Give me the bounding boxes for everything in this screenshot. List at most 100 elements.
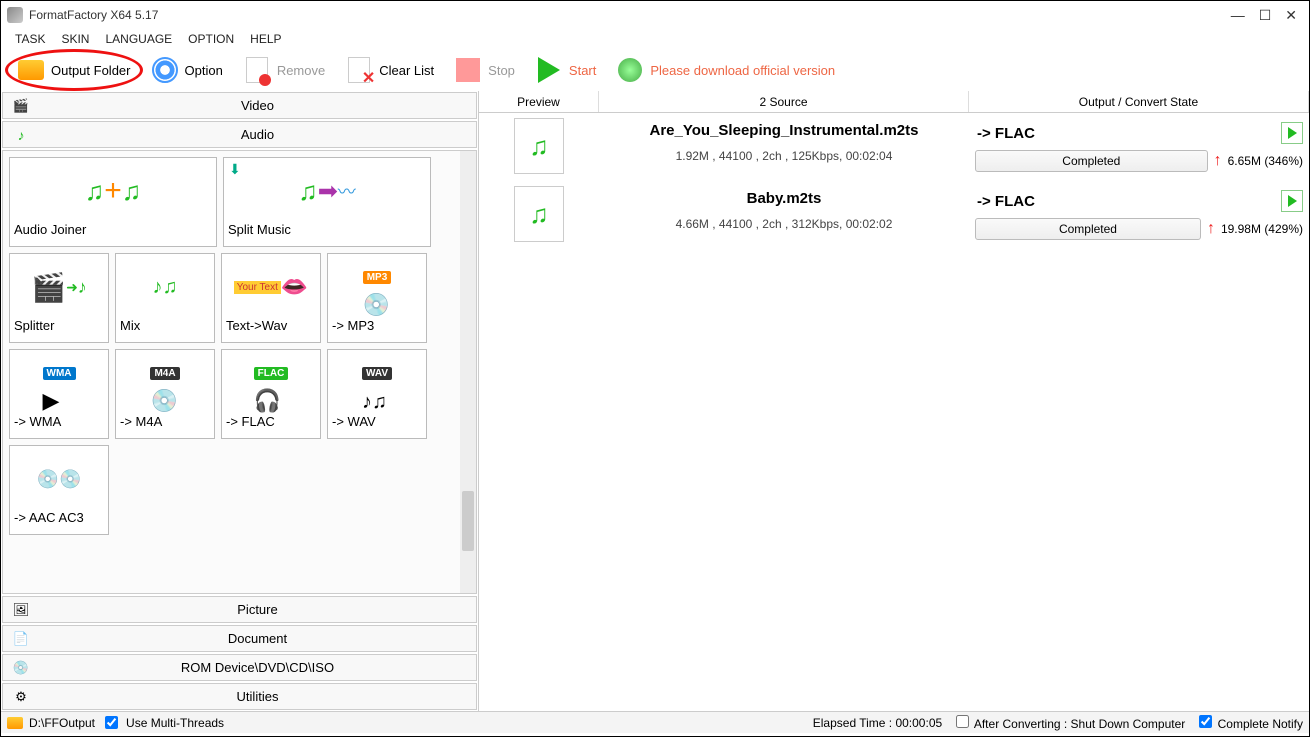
splitter-icon: 🎬➜♪ bbox=[12, 256, 106, 318]
size-info: 19.98M (429%) bbox=[1221, 222, 1303, 236]
mp3-icon: MP3💿 bbox=[330, 256, 424, 318]
tile-label: Splitter bbox=[12, 318, 106, 333]
menu-help[interactable]: HELP bbox=[250, 32, 281, 46]
picture-icon: 🖼 bbox=[7, 599, 35, 621]
audio-scrollbar[interactable] bbox=[460, 151, 476, 593]
tile-mp3[interactable]: MP3💿 -> MP3 bbox=[327, 253, 427, 343]
wma-icon: WMA▶ bbox=[12, 352, 106, 414]
tile-label: Audio Joiner bbox=[12, 222, 214, 237]
download-link[interactable]: Please download official version bbox=[608, 53, 843, 87]
output-folder-button[interactable]: Output Folder bbox=[9, 53, 139, 87]
menu-task[interactable]: TASK bbox=[15, 32, 45, 46]
col-preview[interactable]: Preview bbox=[479, 91, 599, 112]
multithreads-checkbox[interactable] bbox=[105, 716, 118, 729]
category-utilities[interactable]: ⚙ Utilities bbox=[2, 683, 477, 710]
remove-icon bbox=[246, 57, 268, 83]
complete-notify-label: Complete Notify bbox=[1218, 717, 1303, 731]
after-converting-checkbox[interactable] bbox=[956, 715, 969, 728]
tile-label: Split Music bbox=[226, 222, 428, 237]
status-button[interactable]: Completed bbox=[975, 150, 1208, 172]
textwav-icon: Your Text👄 bbox=[224, 256, 318, 318]
play-output-button[interactable] bbox=[1281, 122, 1303, 144]
m4a-icon: M4A💿 bbox=[118, 352, 212, 414]
remove-label: Remove bbox=[277, 63, 325, 78]
col-output[interactable]: Output / Convert State bbox=[969, 91, 1309, 112]
remove-button[interactable]: Remove bbox=[235, 53, 333, 87]
menu-language[interactable]: LANGUAGE bbox=[105, 32, 172, 46]
category-audio-label: Audio bbox=[39, 127, 476, 142]
tile-mix[interactable]: ♪♫ Mix bbox=[115, 253, 215, 343]
rom-icon: 💿 bbox=[7, 657, 35, 679]
toolbar: Output Folder Option Remove Clear List S… bbox=[1, 49, 1309, 91]
scrollbar-thumb[interactable] bbox=[462, 491, 474, 551]
category-rom[interactable]: 💿 ROM Device\DVD\CD\ISO bbox=[2, 654, 477, 681]
tile-label: -> AAC AC3 bbox=[12, 510, 106, 525]
col-source[interactable]: 2 Source bbox=[599, 91, 969, 112]
category-picture[interactable]: 🖼 Picture bbox=[2, 596, 477, 623]
tile-splitter[interactable]: 🎬➜♪ Splitter bbox=[9, 253, 109, 343]
app-icon bbox=[7, 7, 23, 23]
category-audio[interactable]: ♪ Audio bbox=[2, 121, 477, 148]
tile-text-wav[interactable]: Your Text👄 Text->Wav bbox=[221, 253, 321, 343]
tile-m4a[interactable]: M4A💿 -> M4A bbox=[115, 349, 215, 439]
video-icon: 🎬 bbox=[7, 95, 35, 117]
tile-label: -> M4A bbox=[118, 414, 212, 429]
statusbar: D:\FFOutput Use Multi-Threads Elapsed Ti… bbox=[1, 711, 1309, 733]
audio-panel: ♫+♫ Audio Joiner ⬇ ♫➡〰 Split Music 🎬➜♪ S… bbox=[2, 150, 477, 594]
source-cell: Baby.m2ts 4.66M , 44100 , 2ch , 312Kbps,… bbox=[599, 184, 969, 246]
file-row[interactable]: ♫ Are_You_Sleeping_Instrumental.m2ts 1.9… bbox=[479, 113, 1309, 181]
download-badge-icon: ⬇ bbox=[229, 161, 241, 178]
stop-button[interactable]: Stop bbox=[446, 53, 523, 87]
menu-skin[interactable]: SKIN bbox=[61, 32, 89, 46]
play-output-button[interactable] bbox=[1281, 190, 1303, 212]
stop-icon bbox=[456, 58, 480, 82]
category-document[interactable]: 📄 Document bbox=[2, 625, 477, 652]
category-rom-label: ROM Device\DVD\CD\ISO bbox=[39, 660, 476, 675]
split-icon: ♫➡〰 bbox=[226, 160, 428, 222]
globe-icon bbox=[618, 58, 642, 82]
tile-label: Mix bbox=[118, 318, 212, 333]
audio-grid: ♫+♫ Audio Joiner ⬇ ♫➡〰 Split Music 🎬➜♪ S… bbox=[3, 151, 460, 593]
menubar: TASK SKIN LANGUAGE OPTION HELP bbox=[1, 29, 1309, 49]
option-button[interactable]: Option bbox=[143, 53, 231, 87]
start-button[interactable]: Start bbox=[527, 53, 604, 87]
right-panel: Preview 2 Source Output / Convert State … bbox=[479, 91, 1309, 711]
output-cell: -> FLAC Completed ↑ 6.65M (346%) bbox=[969, 116, 1309, 178]
source-cell: Are_You_Sleeping_Instrumental.m2ts 1.92M… bbox=[599, 116, 969, 178]
tile-split-music[interactable]: ⬇ ♫➡〰 Split Music bbox=[223, 157, 431, 247]
elapsed-time: Elapsed Time : 00:00:05 bbox=[813, 716, 942, 730]
wav-icon: WAV♪♫ bbox=[330, 352, 424, 414]
file-name: Are_You_Sleeping_Instrumental.m2ts bbox=[599, 116, 969, 149]
play-icon bbox=[538, 57, 560, 83]
status-button[interactable]: Completed bbox=[975, 218, 1201, 240]
maximize-button[interactable]: ☐ bbox=[1259, 7, 1272, 24]
left-panel: 🎬 Video ♪ Audio ♫+♫ Audio Joiner ⬇ ♫➡〰 S… bbox=[1, 91, 479, 711]
option-label: Option bbox=[185, 63, 223, 78]
tile-wav[interactable]: WAV♪♫ -> WAV bbox=[327, 349, 427, 439]
close-button[interactable]: ✕ bbox=[1285, 7, 1297, 24]
tile-aac-ac3[interactable]: 💿💿 -> AAC AC3 bbox=[9, 445, 109, 535]
complete-notify-checkbox[interactable] bbox=[1199, 715, 1212, 728]
tile-label: -> MP3 bbox=[330, 318, 424, 333]
tile-flac[interactable]: FLAC🎧 -> FLAC bbox=[221, 349, 321, 439]
preview-cell: ♫ bbox=[479, 184, 599, 246]
file-row[interactable]: ♫ Baby.m2ts 4.66M , 44100 , 2ch , 312Kbp… bbox=[479, 181, 1309, 249]
tile-wma[interactable]: WMA▶ -> WMA bbox=[9, 349, 109, 439]
window-title: FormatFactory X64 5.17 bbox=[29, 8, 1231, 22]
category-document-label: Document bbox=[39, 631, 476, 646]
minimize-button[interactable]: — bbox=[1231, 7, 1245, 24]
folder-icon bbox=[18, 60, 44, 80]
folder-icon[interactable] bbox=[7, 717, 23, 729]
tile-audio-joiner[interactable]: ♫+♫ Audio Joiner bbox=[9, 157, 217, 247]
audio-icon: ♪ bbox=[7, 124, 35, 146]
output-path[interactable]: D:\FFOutput bbox=[29, 716, 95, 730]
utilities-icon: ⚙ bbox=[7, 686, 35, 708]
main: 🎬 Video ♪ Audio ♫+♫ Audio Joiner ⬇ ♫➡〰 S… bbox=[1, 91, 1309, 711]
target-format: -> FLAC bbox=[977, 193, 1035, 210]
clear-icon bbox=[348, 57, 370, 83]
clear-list-button[interactable]: Clear List bbox=[337, 53, 442, 87]
category-video[interactable]: 🎬 Video bbox=[2, 92, 477, 119]
flac-icon: FLAC🎧 bbox=[224, 352, 318, 414]
menu-option[interactable]: OPTION bbox=[188, 32, 234, 46]
category-picture-label: Picture bbox=[39, 602, 476, 617]
